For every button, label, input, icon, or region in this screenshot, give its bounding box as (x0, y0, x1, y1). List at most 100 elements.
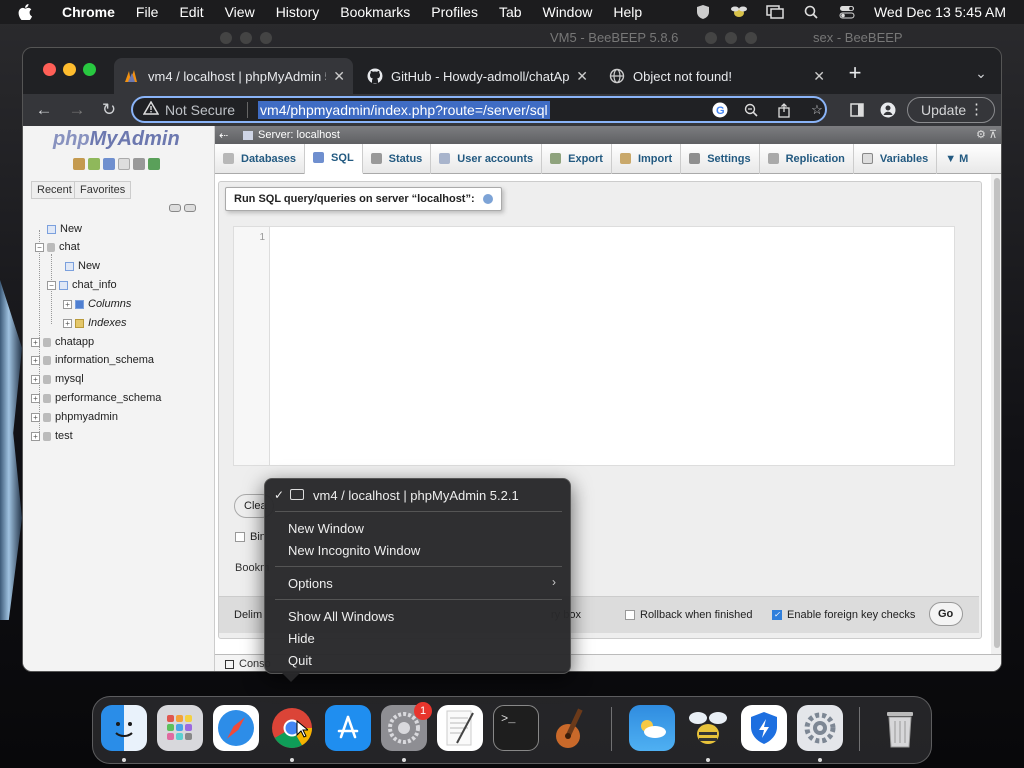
tab-status[interactable]: Status (363, 143, 432, 174)
menu-help[interactable]: Help (613, 4, 642, 20)
reload-nav-icon[interactable] (148, 158, 160, 170)
collapse-minus-icon[interactable]: − (35, 242, 44, 252)
phpmyadmin-logo[interactable]: phpMyAdmin (53, 128, 180, 151)
tree-item-chatapp[interactable]: + chatapp (31, 336, 94, 348)
update-button[interactable]: Update ⋮ (907, 97, 995, 123)
go-button[interactable]: Go (929, 602, 963, 626)
trash-icon[interactable] (877, 705, 923, 751)
share-icon[interactable] (775, 101, 793, 119)
tab-github[interactable]: GitHub - Howdy-admoll/chatApp ✕ (357, 58, 596, 94)
menu-current-window[interactable]: vm4 / localhost | phpMyAdmin 5.2.1 (313, 488, 519, 503)
side-panel-icon[interactable] (845, 98, 869, 122)
tree-item-test[interactable]: + test (31, 430, 73, 442)
expand-plus-icon[interactable]: + (31, 374, 40, 384)
warning-triangle-icon[interactable] (142, 100, 160, 118)
menubar-clock[interactable]: Wed Dec 13 5:45 AM (874, 4, 1006, 20)
not-secure-label[interactable]: Not Secure (165, 102, 235, 118)
page-scrollbar[interactable] (991, 174, 1001, 654)
reload-icon[interactable]: ↻ (97, 98, 121, 122)
menu-hide[interactable]: Hide (288, 631, 315, 646)
shield-status-icon[interactable] (694, 3, 712, 21)
expand-plus-icon[interactable]: + (31, 337, 40, 347)
tab-search-chevron-icon[interactable]: ⌄ (969, 61, 993, 85)
foreign-key-option[interactable]: ✓ Enable foreign key checks (772, 609, 915, 621)
tree-item-chat[interactable]: − chat (35, 241, 80, 253)
profile-avatar-icon[interactable] (876, 98, 900, 122)
screen-mirroring-icon[interactable] (766, 3, 784, 21)
help-question-icon[interactable] (482, 194, 493, 204)
bg-window-title-1[interactable]: VM5 - BeeBEEP 5.8.6 (550, 30, 678, 45)
expand-plus-icon[interactable]: + (63, 299, 72, 309)
url-text[interactable]: vm4/phpmyadmin/index.php?route=/server/s… (258, 100, 550, 119)
menu-quit[interactable]: Quit (288, 653, 312, 668)
menu-profiles[interactable]: Profiles (431, 4, 478, 20)
menu-bookmarks[interactable]: Bookmarks (340, 4, 410, 20)
minimize-window-button[interactable] (63, 63, 76, 76)
menu-new-window[interactable]: New Window (288, 521, 364, 536)
forward-arrow-icon[interactable]: → (65, 98, 89, 122)
collapse-nav-arrow-icon[interactable]: ⇠ (219, 129, 235, 142)
close-tab-icon[interactable]: ✕ (333, 68, 345, 85)
rollback-option[interactable]: Rollback when finished (625, 609, 753, 621)
menu-view[interactable]: View (225, 4, 255, 20)
app-store-icon[interactable] (325, 705, 371, 751)
nav-tab-favorites[interactable]: Favorites (74, 181, 132, 199)
bind-parameters-checkbox[interactable] (235, 532, 245, 542)
tab-more[interactable]: ▼ M (937, 144, 976, 174)
tab-phpmyadmin[interactable]: vm4 / localhost | phpMyAdmin 5.2.1 ✕ (114, 58, 353, 94)
docs-icon[interactable] (118, 158, 130, 170)
expand-plus-icon[interactable]: + (63, 318, 72, 328)
menu-edit[interactable]: Edit (179, 4, 203, 20)
logout-icon[interactable] (88, 158, 100, 170)
sql-editor[interactable]: 1 (233, 226, 955, 466)
expand-plus-icon[interactable]: + (31, 355, 40, 365)
chrome-icon[interactable] (269, 705, 315, 751)
foreign-key-checkbox[interactable]: ✓ (772, 610, 782, 620)
vpn-shield-icon[interactable] (741, 705, 787, 751)
menu-history[interactable]: History (276, 4, 320, 20)
collapse-all-icon[interactable] (169, 204, 181, 212)
tab-import[interactable]: Import (612, 143, 682, 174)
tab-replication[interactable]: Replication (760, 143, 854, 174)
tree-item-information-schema[interactable]: + information_schema (31, 354, 154, 366)
settings-gear-icon[interactable] (797, 705, 843, 751)
launchpad-icon[interactable] (157, 705, 203, 751)
beebeep-icon[interactable] (685, 705, 731, 751)
new-tab-plus-icon[interactable]: + (843, 60, 867, 85)
menu-options[interactable]: Options (288, 576, 333, 591)
safari-icon[interactable] (213, 705, 259, 751)
close-window-button[interactable] (43, 63, 56, 76)
help-icon[interactable] (103, 158, 115, 170)
tree-item-performance-schema[interactable]: + performance_schema (31, 392, 161, 404)
tree-item-phpmyadmin[interactable]: + phpmyadmin (31, 411, 118, 423)
settings-gear-icon[interactable] (133, 158, 145, 170)
collapse-minus-icon[interactable]: − (47, 280, 56, 290)
finder-icon[interactable] (101, 705, 147, 751)
tab-object-not-found[interactable]: Object not found! ✕ (599, 58, 833, 94)
close-tab-icon[interactable]: ✕ (813, 68, 825, 85)
breadcrumb-server[interactable]: Server: localhost (243, 129, 340, 141)
expand-plus-icon[interactable]: + (31, 431, 40, 441)
tree-item-indexes[interactable]: + Indexes (63, 317, 127, 329)
tree-item-chat-new[interactable]: New (65, 260, 100, 272)
expand-plus-icon[interactable]: + (31, 412, 40, 422)
weather-icon[interactable] (629, 705, 675, 751)
menu-tab[interactable]: Tab (499, 4, 522, 20)
tree-item-mysql[interactable]: + mysql (31, 373, 84, 385)
tab-user-accounts[interactable]: User accounts (431, 143, 543, 174)
control-center-icon[interactable] (838, 3, 856, 21)
back-arrow-icon[interactable]: ← (32, 98, 56, 122)
bg-window-title-2[interactable]: sex - BeeBEEP (813, 30, 903, 45)
nav-tab-recent[interactable]: Recent (31, 181, 78, 199)
zoom-out-icon[interactable] (742, 101, 760, 119)
tab-sql[interactable]: SQL (305, 143, 363, 174)
bookmark-star-icon[interactable]: ☆ (808, 101, 826, 119)
tab-variables[interactable]: Variables (854, 143, 938, 174)
rollback-checkbox[interactable] (625, 610, 635, 620)
textedit-icon[interactable] (437, 705, 483, 751)
apple-icon[interactable] (18, 4, 40, 20)
menu-window[interactable]: Window (543, 4, 593, 20)
link-with-main-icon[interactable] (184, 204, 196, 212)
tab-settings[interactable]: Settings (681, 143, 760, 174)
menu-app-name[interactable]: Chrome (62, 4, 115, 20)
